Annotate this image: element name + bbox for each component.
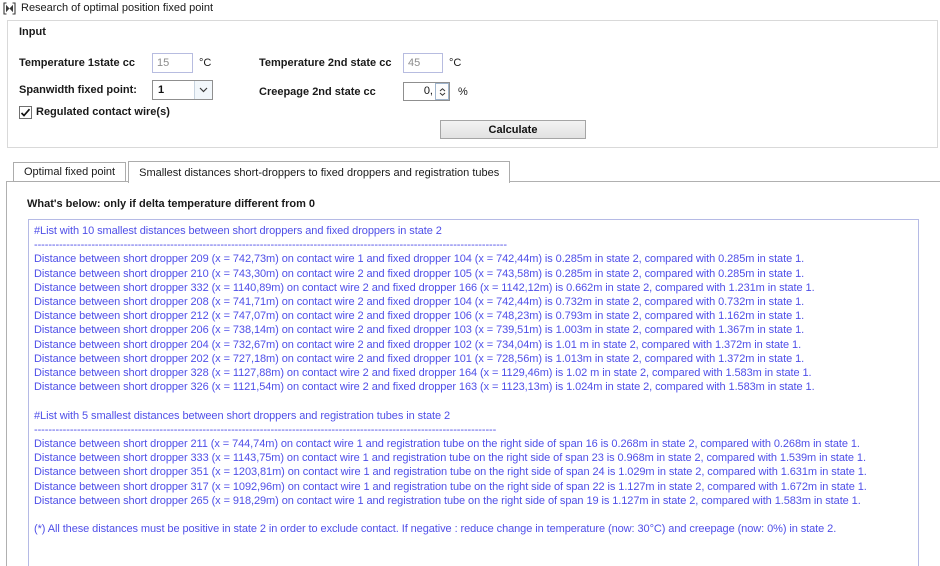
spanwidth-value: 1 — [153, 84, 194, 96]
result-line — [34, 394, 918, 408]
temperature2-unit: °C — [449, 57, 461, 69]
input-groupbox-title: Input — [19, 26, 46, 38]
result-line: Distance between short dropper 211 (x = … — [34, 437, 918, 451]
result-line: ----------------------------------------… — [34, 238, 918, 252]
spinner-updown-icon[interactable] — [435, 83, 449, 100]
result-line: Distance between short dropper 317 (x = … — [34, 480, 918, 494]
spanwidth-label: Spanwidth fixed point: — [19, 84, 137, 96]
result-line: Distance between short dropper 351 (x = … — [34, 465, 918, 479]
tab-item[interactable]: Smallest distances short-droppers to fix… — [128, 161, 510, 183]
temperature1-unit: °C — [199, 57, 211, 69]
result-line: Distance between short dropper 202 (x = … — [34, 352, 918, 366]
result-line — [34, 508, 918, 522]
temperature2-input[interactable]: 45 — [403, 53, 443, 73]
result-line: #List with 5 smallest distances between … — [34, 409, 918, 423]
window-title: Research of optimal position fixed point — [21, 2, 213, 14]
result-line: Distance between short dropper 209 (x = … — [34, 252, 918, 266]
spanwidth-combobox[interactable]: 1 — [152, 80, 213, 100]
catenary-bowtie-icon — [3, 2, 16, 15]
results-header: What's below: only if delta temperature … — [27, 198, 315, 210]
app-window: Research of optimal position fixed point… — [0, 0, 940, 566]
chevron-down-icon[interactable] — [194, 81, 212, 99]
result-line: Distance between short dropper 208 (x = … — [34, 295, 918, 309]
tab-item[interactable]: Optimal fixed point — [13, 162, 126, 182]
creepage-value: 0, — [404, 83, 435, 100]
results-textbox[interactable]: #List with 10 smallest distances between… — [28, 219, 919, 566]
result-line: (*) All these distances must be positive… — [34, 522, 918, 536]
regulated-checkbox[interactable] — [19, 106, 32, 119]
result-line: Distance between short dropper 326 (x = … — [34, 380, 918, 394]
temperature1-label: Temperature 1state cc — [19, 57, 135, 69]
result-line: Distance between short dropper 210 (x = … — [34, 267, 918, 281]
creepage-unit: % — [458, 86, 468, 98]
creepage-spinner[interactable]: 0, — [403, 82, 450, 101]
regulated-checkbox-label: Regulated contact wire(s) — [36, 106, 170, 118]
result-line: Distance between short dropper 206 (x = … — [34, 323, 918, 337]
checkmark-icon — [20, 107, 31, 118]
tab-strip: Optimal fixed pointSmallest distances sh… — [6, 158, 940, 182]
result-line: #List with 10 smallest distances between… — [34, 224, 918, 238]
result-line: Distance between short dropper 332 (x = … — [34, 281, 918, 295]
temperature1-input[interactable]: 15 — [152, 53, 193, 73]
input-groupbox: Input Temperature 1state cc 15 °C Temper… — [7, 20, 938, 148]
result-line: Distance between short dropper 333 (x = … — [34, 451, 918, 465]
title-bar: Research of optimal position fixed point — [0, 0, 940, 17]
calculate-button[interactable]: Calculate — [440, 120, 586, 139]
result-line: Distance between short dropper 212 (x = … — [34, 309, 918, 323]
creepage-label: Creepage 2nd state cc — [259, 86, 376, 98]
result-line: Distance between short dropper 328 (x = … — [34, 366, 918, 380]
result-line: ----------------------------------------… — [34, 423, 918, 437]
result-line: Distance between short dropper 204 (x = … — [34, 338, 918, 352]
temperature2-label: Temperature 2nd state cc — [259, 57, 391, 69]
result-line: Distance between short dropper 265 (x = … — [34, 494, 918, 508]
